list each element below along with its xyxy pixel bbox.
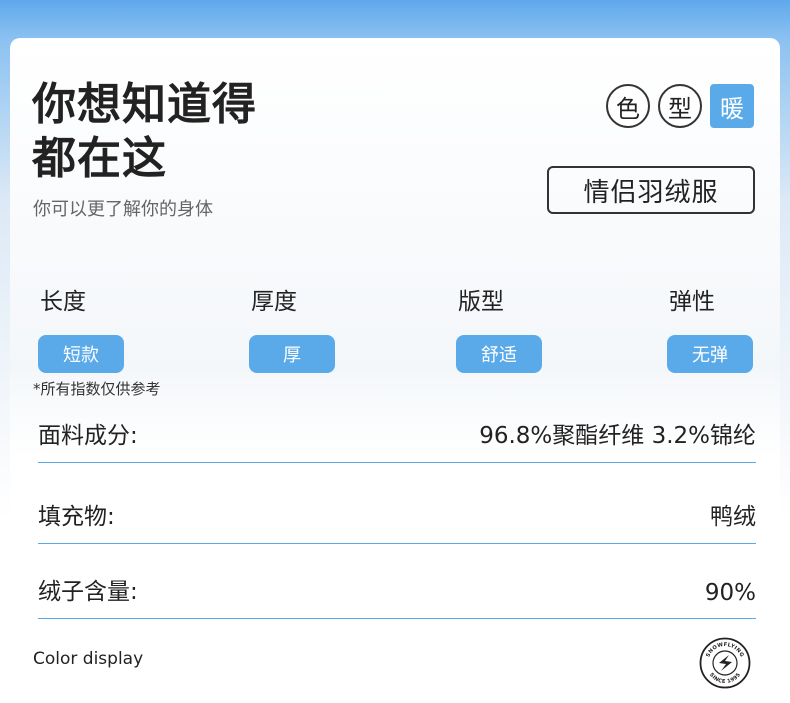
param-fit: 版型 舒适 — [456, 282, 576, 373]
param-value-pill: 短款 — [38, 335, 124, 373]
tag-group: 色 型 暖 — [606, 84, 754, 128]
param-value-pill: 舒适 — [456, 335, 542, 373]
spec-label: 填充物: — [38, 504, 115, 530]
brand-logo-icon: SNOWFLYING SINCE 1995 — [699, 637, 751, 689]
param-label: 厚度 — [251, 289, 297, 315]
page-subtitle: 你可以更了解你的身体 — [33, 199, 213, 220]
param-elasticity: 弹性 无弹 — [667, 282, 787, 373]
spec-value: 鸭绒 — [710, 504, 756, 530]
spec-value: 90% — [704, 580, 756, 606]
spec-row-filling: 填充物: 鸭绒 — [38, 497, 756, 544]
spec-value: 96.8%聚酯纤维 3.2%锦纶 — [479, 423, 756, 449]
param-value-pill: 无弹 — [667, 335, 753, 373]
tag-type: 型 — [658, 84, 702, 128]
spec-row-down-content: 绒子含量: 90% — [38, 572, 756, 619]
product-name-box: 情侣羽绒服 — [547, 166, 755, 214]
param-label: 版型 — [458, 289, 504, 315]
param-value-pill: 厚 — [249, 335, 335, 373]
param-label: 长度 — [40, 289, 86, 315]
spec-label: 面料成分: — [38, 423, 138, 449]
spec-label: 绒子含量: — [38, 579, 138, 605]
param-label: 弹性 — [669, 289, 715, 315]
tag-color: 色 — [606, 84, 650, 128]
spec-row-fabric: 面料成分: 96.8%聚酯纤维 3.2%锦纶 — [38, 416, 756, 463]
param-thickness: 厚度 厚 — [249, 282, 369, 373]
title-line-2: 都在这 — [32, 133, 167, 184]
param-length: 长度 短款 — [38, 282, 158, 373]
title-line-1: 你想知道得 — [32, 79, 257, 130]
color-display-heading: Color display — [33, 649, 144, 669]
info-card: 你想知道得 都在这 你可以更了解你的身体 色 型 暖 情侣羽绒服 长度 短款 厚… — [10, 38, 780, 703]
tag-warm: 暖 — [710, 84, 754, 128]
page-title: 你想知道得 都在这 — [32, 78, 257, 186]
reference-note: *所有指数仅供参考 — [33, 380, 161, 398]
